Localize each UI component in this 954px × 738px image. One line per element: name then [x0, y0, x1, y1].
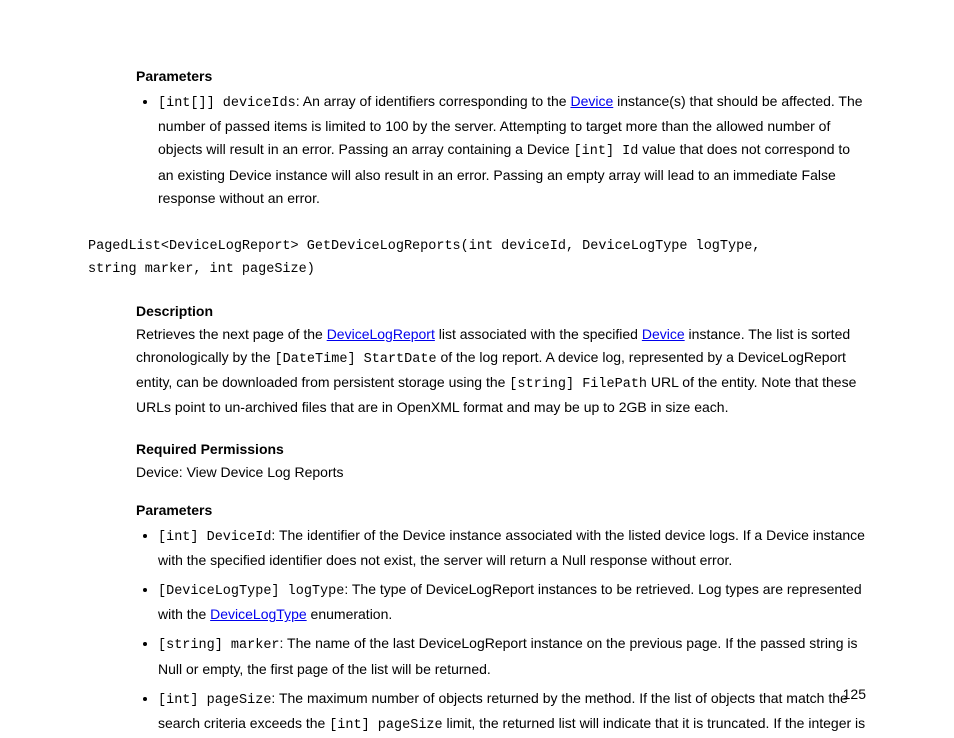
description-heading: Description — [136, 300, 866, 323]
param-logtype: [DeviceLogType] logType: The type of Dev… — [158, 578, 866, 626]
code-deviceids: [int[]] deviceIds — [158, 96, 296, 111]
signature-line-2: string marker, int pageSize) — [88, 259, 866, 282]
device-link[interactable]: Device — [570, 93, 613, 109]
permissions-text: Device: View Device Log Reports — [136, 461, 866, 484]
parameters-list-2: [int] DeviceId: The identifier of the De… — [88, 524, 866, 738]
code-pagesize-2: [int] pageSize — [329, 718, 442, 733]
method-signature: PagedList<DeviceLogReport> GetDeviceLogR… — [88, 236, 866, 282]
code-filepath: [string] FilePath — [509, 377, 647, 392]
code-pagesize: [int] pageSize — [158, 693, 271, 708]
page-number: 125 — [843, 686, 866, 702]
code-deviceid: [int] DeviceId — [158, 530, 271, 545]
document-page: Parameters [int[]] deviceIds: An array o… — [0, 0, 954, 738]
signature-line-1: PagedList<DeviceLogReport> GetDeviceLogR… — [88, 236, 866, 259]
description-text: Retrieves the next page of the DeviceLog… — [136, 323, 866, 420]
code-startdate: [DateTime] StartDate — [275, 352, 437, 367]
parameters-heading-1: Parameters — [88, 68, 866, 84]
code-int-id: [int] Id — [574, 144, 639, 159]
text: limit, the returned list will indicate t… — [443, 715, 866, 731]
text: enumeration. — [307, 606, 393, 622]
param-deviceid: [int] DeviceId: The identifier of the De… — [158, 524, 866, 572]
param-marker: [string] marker: The name of the last De… — [158, 632, 866, 680]
text: list associated with the specified — [435, 326, 642, 342]
parameters-list-1: [int[]] deviceIds: An array of identifie… — [88, 90, 866, 210]
text: Retrieves the next page of the — [136, 326, 327, 342]
text: : An array of identifiers corresponding … — [296, 93, 571, 109]
description-block: Description Retrieves the next page of t… — [88, 300, 866, 420]
code-logtype: [DeviceLogType] logType — [158, 584, 344, 599]
device-link-2[interactable]: Device — [642, 326, 685, 342]
permissions-heading: Required Permissions — [136, 438, 866, 461]
devicelogtype-link[interactable]: DeviceLogType — [210, 606, 307, 622]
param-pagesize: [int] pageSize: The maximum number of ob… — [158, 687, 866, 738]
code-marker: [string] marker — [158, 638, 280, 653]
param-deviceids: [int[]] deviceIds: An array of identifie… — [158, 90, 866, 210]
permissions-block: Required Permissions Device: View Device… — [88, 438, 866, 484]
devicelogreport-link[interactable]: DeviceLogReport — [327, 326, 435, 342]
parameters-heading-2: Parameters — [88, 502, 866, 518]
